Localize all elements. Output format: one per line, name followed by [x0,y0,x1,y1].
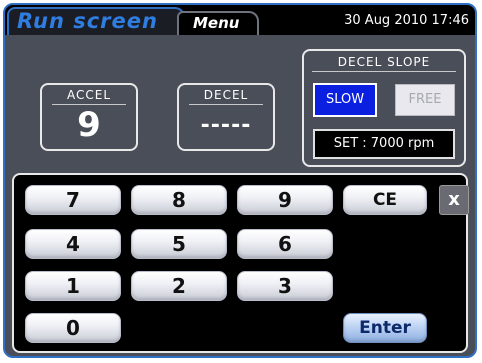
tab-menu[interactable]: Menu [177,11,259,35]
decel-slope-title: DECEL SLOPE [337,55,431,69]
numeric-keypad: 7 8 9 CE x 4 5 6 1 2 3 0 Enter [12,173,469,353]
key-9[interactable]: 9 [237,185,333,215]
decel-slope-divider [312,71,456,72]
decel-slope-panel: DECEL SLOPE SLOW FREE SET : 7000 rpm [302,49,466,167]
key-3[interactable]: 3 [237,271,333,301]
key-6[interactable]: 6 [237,229,333,259]
slow-button[interactable]: SLOW [313,83,377,117]
run-screen: Run screen Menu 30 Aug 2010 17:46 ACCEL … [3,3,477,358]
datetime-display: 30 Aug 2010 17:46 [344,13,469,28]
top-bar: Run screen Menu 30 Aug 2010 17:46 [5,5,475,35]
key-0[interactable]: 0 [25,313,121,343]
key-8[interactable]: 8 [131,185,227,215]
decel-display[interactable]: DECEL ----- [177,83,275,151]
key-5[interactable]: 5 [131,229,227,259]
close-keypad-button[interactable]: x [439,185,469,215]
key-7[interactable]: 7 [25,185,121,215]
accel-display[interactable]: ACCEL 9 [40,83,138,151]
key-4[interactable]: 4 [25,229,121,259]
set-speed-display: SET : 7000 rpm [313,129,455,159]
decel-label: DECEL [203,88,249,102]
enter-button[interactable]: Enter [343,313,427,343]
accel-value: 9 [77,105,101,145]
decel-value: ----- [200,113,252,138]
accel-label: ACCEL [66,88,112,102]
free-button[interactable]: FREE [395,84,455,116]
clear-entry-button[interactable]: CE [343,185,427,215]
key-2[interactable]: 2 [131,271,227,301]
decel-divider [189,104,263,105]
tab-run-screen[interactable]: Run screen [7,7,185,35]
key-1[interactable]: 1 [25,271,121,301]
